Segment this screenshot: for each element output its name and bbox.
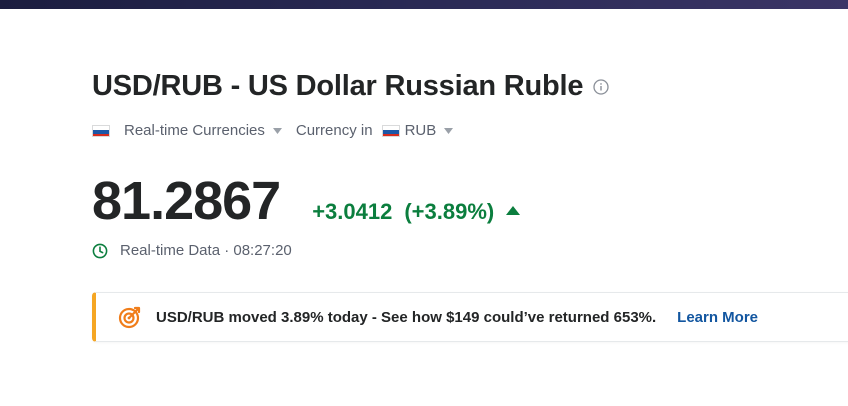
page-title: USD/RUB - US Dollar Russian Ruble <box>92 70 584 102</box>
promo-text: USD/RUB moved 3.89% today - See how $149… <box>156 308 657 326</box>
chevron-down-icon <box>444 127 454 134</box>
currency-label: Currency in <box>295 122 373 139</box>
russia-flag-icon <box>92 124 110 137</box>
promo-banner: USD/RUB moved 3.89% today - See how $149… <box>92 292 848 342</box>
quote-row: 81.2867 +3.0412 (+3.89%) <box>92 170 521 232</box>
top-navigation-bar <box>0 0 848 9</box>
market-type-dropdown[interactable]: Real-time Currencies <box>92 122 282 139</box>
clock-icon <box>92 243 108 258</box>
russia-flag-icon <box>381 124 400 137</box>
chevron-down-icon <box>272 127 282 134</box>
price-change-percent: (+3.89%) <box>404 199 495 224</box>
last-price: 81.2867 <box>92 171 281 231</box>
up-arrow-icon <box>506 206 521 215</box>
realtime-data-label: Real-time Data · 08:27:20 <box>120 242 292 259</box>
learn-more-link[interactable]: Learn More <box>677 309 758 326</box>
instrument-header: USD/RUB - US Dollar Russian Ruble <box>92 70 609 103</box>
currency-value: RUB <box>404 122 437 139</box>
instrument-meta: Real-time Currencies Currency in RUB <box>92 122 454 139</box>
price-change: +3.0412 <box>312 199 393 224</box>
market-type-label: Real-time Currencies <box>124 122 265 139</box>
info-icon[interactable] <box>593 78 609 95</box>
data-status: Real-time Data · 08:27:20 <box>92 242 292 259</box>
currency-dropdown[interactable]: Currency in RUB <box>295 122 454 139</box>
target-icon <box>118 306 141 329</box>
